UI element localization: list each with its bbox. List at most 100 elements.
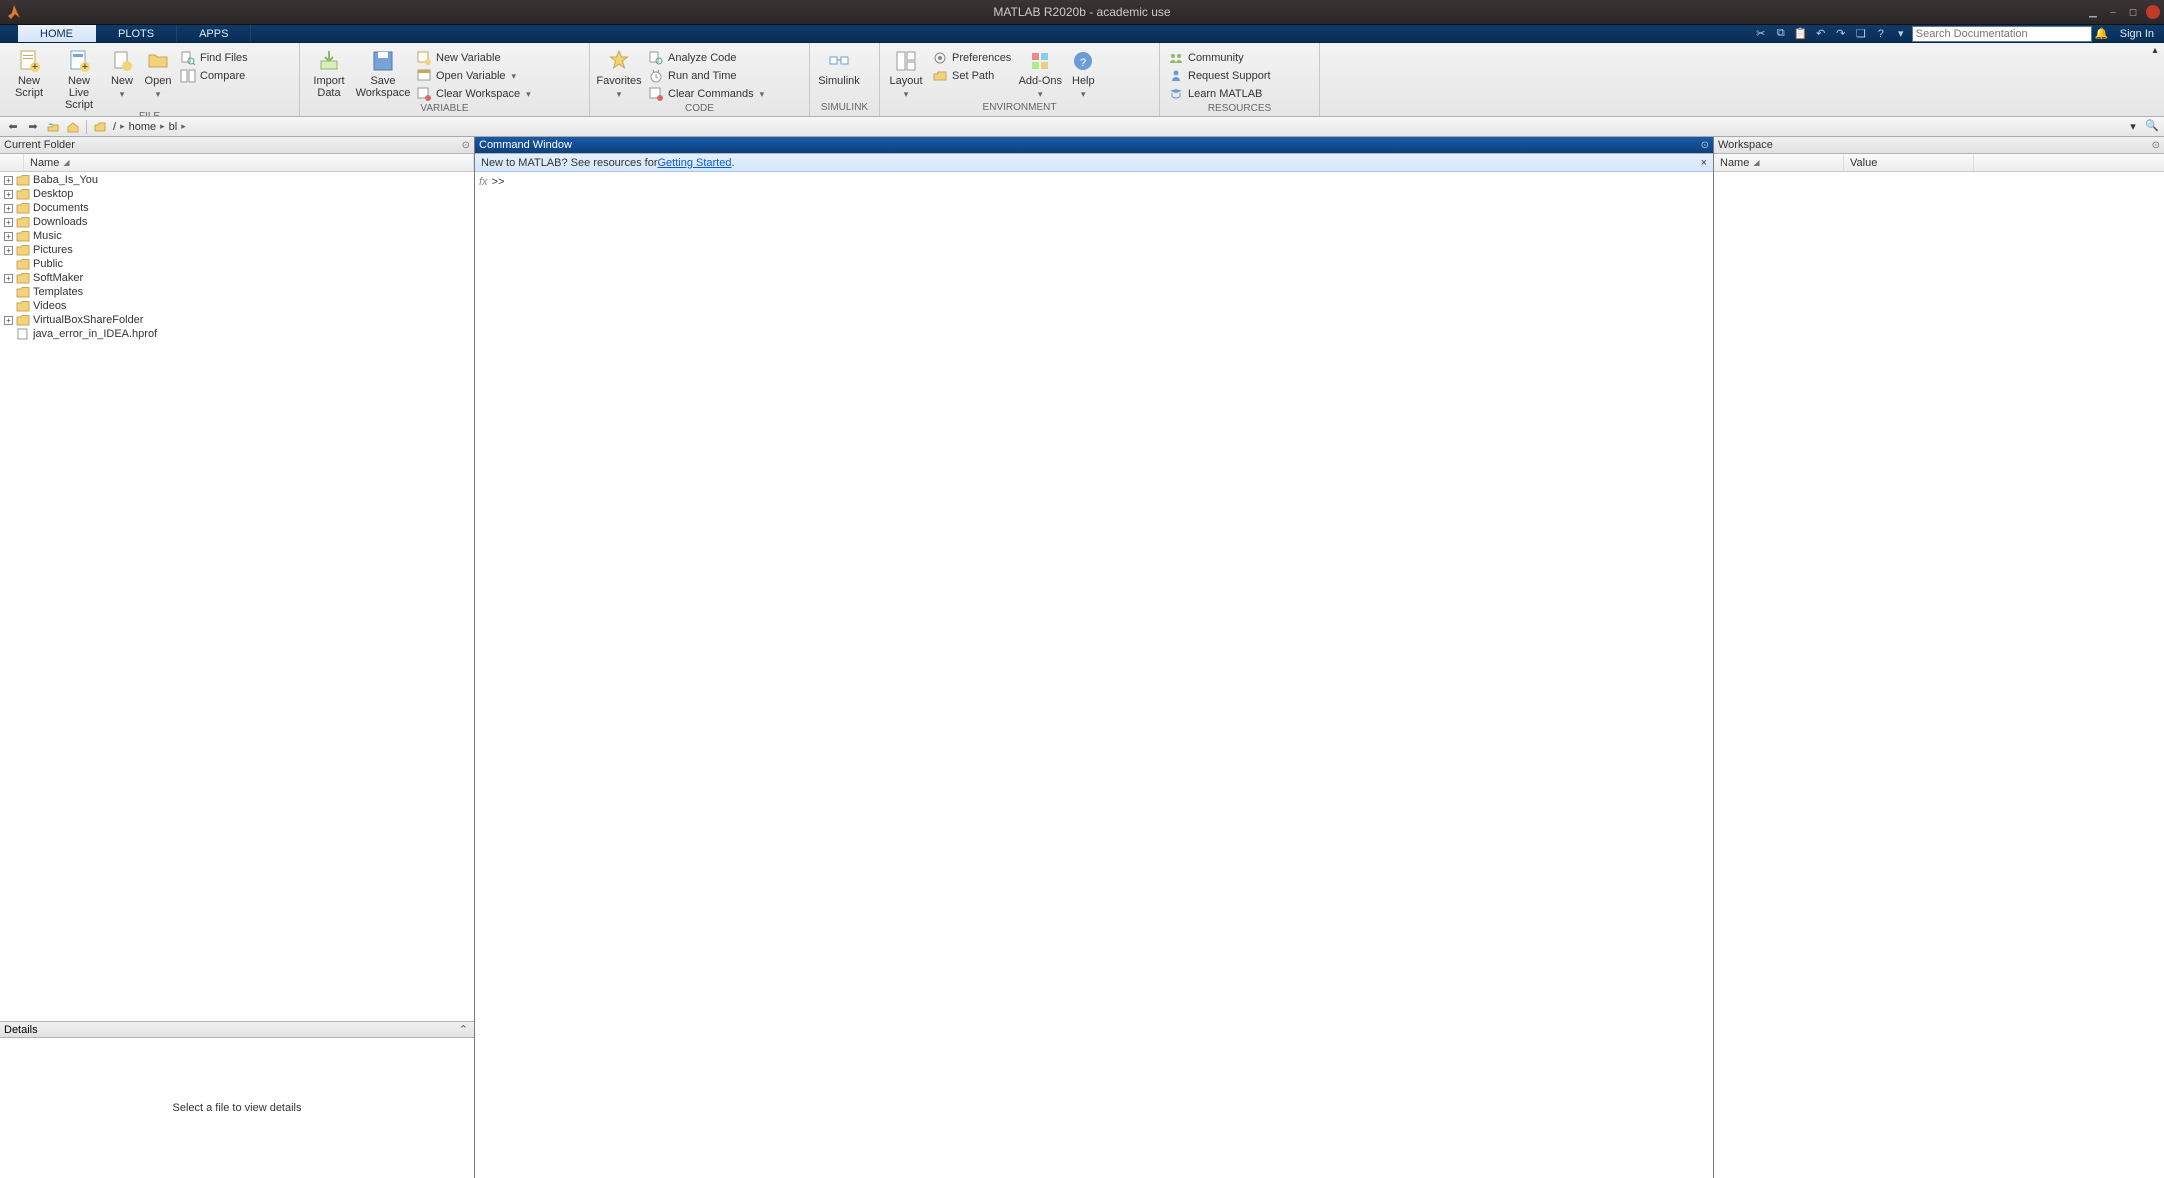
learn-matlab-button[interactable]: Learn MATLAB (1164, 85, 1275, 103)
tree-item[interactable]: Videos (0, 299, 474, 313)
workspace-list[interactable] (1714, 172, 2164, 1178)
signin-link[interactable]: Sign In (2112, 28, 2162, 40)
folder-tree[interactable]: +Baba_Is_You+Desktop+Documents+Downloads… (0, 172, 474, 1021)
browse-folder-icon[interactable] (91, 119, 109, 135)
addons-button[interactable]: Add-Ons (1015, 47, 1065, 100)
command-window-panel: Command Window ⊙ New to MATLAB? See reso… (475, 137, 1714, 1178)
expand-icon[interactable]: + (4, 204, 13, 213)
fx-icon[interactable]: fx (479, 176, 488, 188)
tree-item[interactable]: +Music (0, 229, 474, 243)
new-button[interactable]: New (104, 47, 140, 100)
qat-cut-icon[interactable]: ✂ (1752, 26, 1770, 42)
qat-redo-icon[interactable]: ↷ (1832, 26, 1850, 42)
chevron-right-icon: ▸ (181, 121, 186, 132)
analyze-code-icon (648, 50, 664, 66)
favorites-button[interactable]: Favorites (594, 47, 644, 100)
notification-bell-icon[interactable]: 🔔 (2094, 27, 2110, 40)
details-collapse-icon[interactable]: ⌃ (459, 1023, 468, 1036)
help-button[interactable]: ? Help (1065, 47, 1101, 100)
expand-icon[interactable]: + (4, 190, 13, 199)
group-label-code: CODE (594, 103, 805, 116)
tree-item[interactable]: +VirtualBoxShareFolder (0, 313, 474, 327)
clear-workspace-button[interactable]: Clear Workspace▾ (412, 85, 535, 103)
file-icon (16, 328, 30, 340)
path-search-icon[interactable]: 🔍 (2144, 119, 2160, 135)
tree-item-name: Templates (33, 286, 83, 298)
workspace-value-column[interactable]: Value (1844, 154, 1974, 171)
banner-close-icon[interactable]: × (1701, 157, 1707, 169)
new-live-script-button[interactable]: + New Live Script (54, 47, 104, 111)
workspace-title-text: Workspace (1718, 139, 1773, 151)
expand-icon[interactable]: + (4, 232, 13, 241)
analyze-code-button[interactable]: Analyze Code (644, 49, 768, 67)
window-minimize-alt-icon[interactable]: ▁ (2086, 5, 2100, 19)
nav-up-icon[interactable] (44, 119, 62, 135)
simulink-button[interactable]: Simulink (814, 47, 864, 87)
qat-help-icon[interactable]: ? (1872, 26, 1890, 42)
open-folder-icon (146, 49, 170, 73)
save-workspace-button[interactable]: Save Workspace (354, 47, 412, 99)
import-data-button[interactable]: Import Data (304, 47, 354, 99)
new-variable-button[interactable]: New Variable (412, 49, 535, 67)
nav-back-icon[interactable]: ⬅ (4, 119, 22, 135)
panel-menu-icon[interactable]: ⊙ (462, 140, 470, 151)
new-icon (110, 49, 134, 73)
panel-menu-icon[interactable]: ⊙ (1701, 140, 1709, 151)
community-button[interactable]: Community (1164, 49, 1275, 67)
compare-button[interactable]: Compare (176, 67, 252, 85)
tab-apps[interactable]: APPS (177, 25, 251, 42)
tree-item[interactable]: +Baba_Is_You (0, 173, 474, 187)
tree-item[interactable]: +Downloads (0, 215, 474, 229)
qat-switch-windows-icon[interactable]: ❏ (1852, 26, 1870, 42)
path-dropdown-icon[interactable]: ▾ (2126, 120, 2140, 133)
find-files-button[interactable]: Find Files (176, 49, 252, 67)
breadcrumb-home[interactable]: home (127, 121, 159, 133)
tree-item[interactable]: +SoftMaker (0, 271, 474, 285)
command-window-input[interactable]: fx>> (475, 172, 1713, 1178)
expand-icon[interactable]: + (4, 274, 13, 283)
tree-item[interactable]: Public (0, 257, 474, 271)
preferences-button[interactable]: Preferences (928, 49, 1015, 67)
getting-started-link[interactable]: Getting Started (657, 157, 731, 169)
tree-item[interactable]: +Documents (0, 201, 474, 215)
run-and-time-button[interactable]: Run and Time (644, 67, 768, 85)
expand-icon[interactable]: + (4, 246, 13, 255)
banner-text: New to MATLAB? See resources for (481, 157, 657, 169)
tree-item[interactable]: java_error_in_IDEA.hprof (0, 327, 474, 341)
expand-spacer (4, 260, 13, 269)
request-support-button[interactable]: Request Support (1164, 67, 1275, 85)
window-maximize-icon[interactable]: ◻ (2126, 5, 2140, 19)
nav-home-icon[interactable] (64, 119, 82, 135)
window-title: MATLAB R2020b - academic use (993, 5, 1170, 19)
layout-button[interactable]: Layout (884, 47, 928, 100)
workspace-name-column[interactable]: Name◢ (1714, 154, 1844, 171)
clear-commands-button[interactable]: Clear Commands▾ (644, 85, 768, 103)
expand-icon[interactable]: + (4, 316, 13, 325)
set-path-button[interactable]: Set Path (928, 67, 1015, 85)
new-script-button[interactable]: + New Script (4, 47, 54, 99)
search-doc-input[interactable] (1912, 26, 2092, 42)
window-minimize-icon[interactable]: – (2106, 5, 2120, 19)
window-close-icon[interactable] (2146, 5, 2160, 19)
folder-name-column[interactable]: Name◢ (24, 154, 474, 171)
layout-icon (894, 49, 918, 73)
nav-forward-icon[interactable]: ➡ (24, 119, 42, 135)
tab-home[interactable]: HOME (18, 25, 96, 42)
expand-icon[interactable]: + (4, 218, 13, 227)
tab-plots[interactable]: PLOTS (96, 25, 177, 42)
qat-addon-icon[interactable]: ▾ (1892, 26, 1910, 42)
panel-menu-icon[interactable]: ⊙ (2152, 140, 2160, 151)
qat-paste-icon[interactable]: 📋 (1792, 26, 1810, 42)
breadcrumb-bl[interactable]: bl (167, 121, 180, 133)
details-title: Details ⌃ (0, 1021, 474, 1038)
open-variable-button[interactable]: Open Variable▾ (412, 67, 535, 85)
breadcrumb-root[interactable]: / (111, 121, 118, 133)
tree-item[interactable]: +Pictures (0, 243, 474, 257)
qat-undo-icon[interactable]: ↶ (1812, 26, 1830, 42)
open-button[interactable]: Open (140, 47, 176, 100)
qat-copy-icon[interactable]: ⧉ (1772, 26, 1790, 42)
collapse-ribbon-icon[interactable]: ▴ (2148, 45, 2162, 59)
expand-icon[interactable]: + (4, 176, 13, 185)
tree-item[interactable]: Templates (0, 285, 474, 299)
tree-item[interactable]: +Desktop (0, 187, 474, 201)
